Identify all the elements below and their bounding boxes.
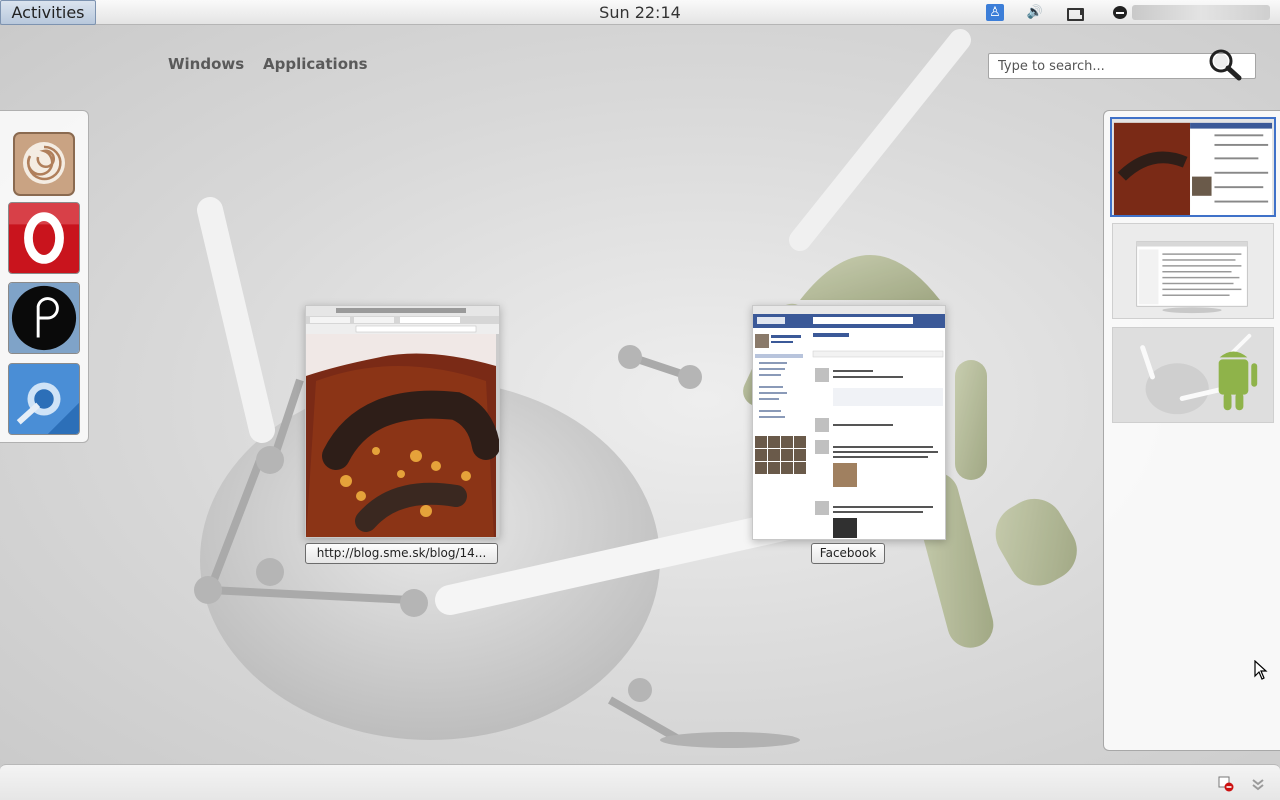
notification-icon[interactable]: [1218, 776, 1234, 792]
battery-icon[interactable]: [1065, 4, 1084, 21]
window-preview-image: [753, 306, 945, 539]
workspace-preview: [1113, 224, 1273, 318]
accessibility-icon[interactable]: ♙: [986, 4, 1004, 21]
workspace-1[interactable]: [1110, 117, 1276, 217]
message-tray[interactable]: [0, 764, 1280, 800]
window-thumbnail-photo-browser[interactable]: [305, 305, 500, 538]
chat-status-icon[interactable]: [1111, 4, 1129, 21]
tab-applications[interactable]: Applications: [263, 55, 368, 73]
dash-item-opera[interactable]: [8, 202, 80, 274]
search-icon[interactable]: [1205, 47, 1243, 81]
window-label-facebook[interactable]: Facebook: [811, 543, 885, 564]
workspace-3[interactable]: [1112, 327, 1274, 423]
workspace-2[interactable]: [1112, 223, 1274, 319]
nautilus-icon: [13, 132, 75, 196]
chevron-down-icon[interactable]: [1250, 776, 1266, 792]
desktop-wallpaper: [194, 29, 1077, 748]
chromium-icon: [9, 364, 79, 434]
tab-windows[interactable]: Windows: [168, 55, 244, 73]
workspace-preview: [1112, 119, 1274, 215]
window-preview-image: [306, 306, 499, 537]
dash-item-chromium[interactable]: [8, 363, 80, 435]
user-menu-blurred[interactable]: [1132, 5, 1270, 20]
activities-button[interactable]: Activities: [0, 0, 96, 25]
top-panel: Activities Sun 22:14 ♙ 🔊: [0, 0, 1280, 25]
search-input[interactable]: [989, 54, 1219, 78]
volume-icon[interactable]: 🔊: [1026, 4, 1044, 21]
workspace-preview: [1113, 328, 1273, 422]
clock[interactable]: Sun 22:14: [560, 0, 720, 25]
window-thumbnail-facebook[interactable]: [752, 305, 946, 540]
mouse-cursor-icon: [1254, 660, 1268, 680]
pidgin-icon: [9, 283, 79, 353]
opera-icon: [9, 203, 79, 273]
dash: [0, 110, 89, 443]
window-label-photo-browser[interactable]: http://blog.sme.sk/blog/14...: [305, 543, 498, 564]
dash-item-pidgin[interactable]: [8, 282, 80, 354]
workspace-switcher: [1103, 110, 1280, 751]
dash-item-files[interactable]: [8, 129, 80, 201]
